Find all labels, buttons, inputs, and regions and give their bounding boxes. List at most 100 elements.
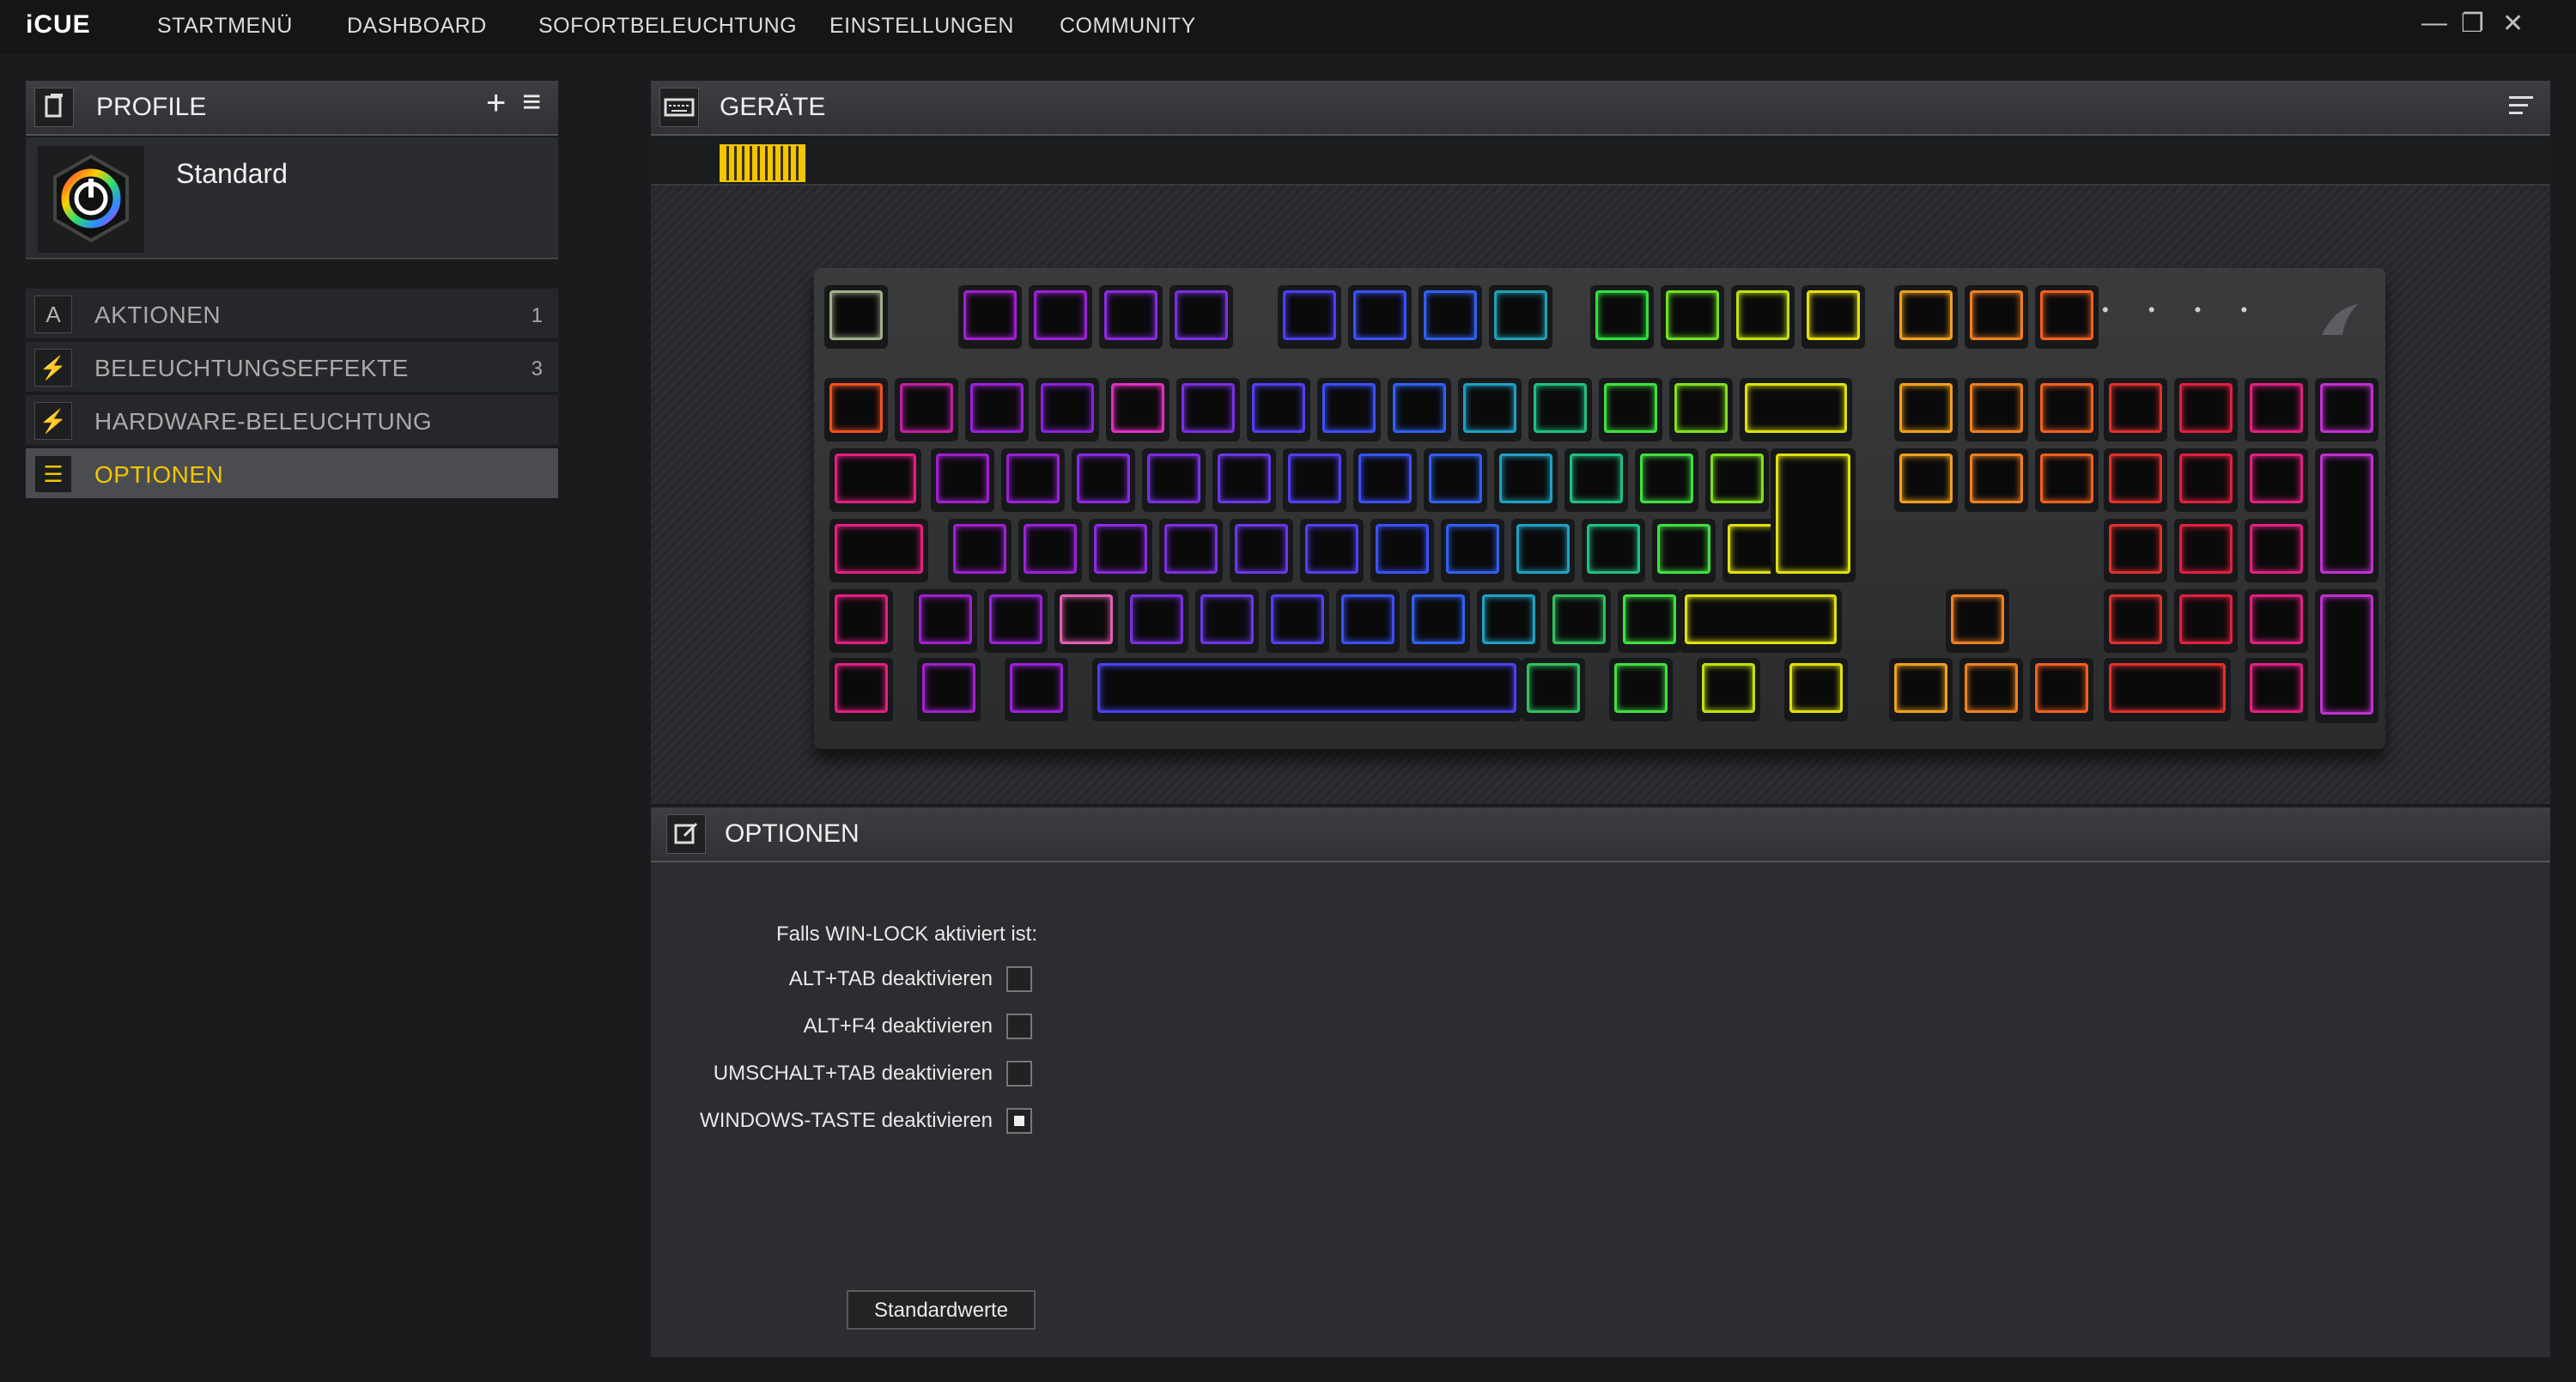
keyboard-key[interactable] (1001, 448, 1065, 512)
keyboard-key[interactable] (829, 658, 893, 721)
keyboard-key[interactable] (1170, 285, 1233, 349)
sidebar-item-lighting-effects[interactable]: ⚡ BELEUCHTUNGSEFFEKTE 3 (26, 342, 558, 393)
keyboard-key[interactable] (1089, 519, 1152, 582)
profile-menu-button[interactable]: ≡ (522, 84, 541, 121)
keyboard-key[interactable] (1652, 519, 1716, 582)
sidebar-item-actions[interactable]: A AKTIONEN 1 (26, 289, 558, 340)
nav-dashboard[interactable]: DASHBOARD (347, 14, 487, 39)
keyboard-key[interactable] (948, 519, 1012, 582)
checkbox-windows-key[interactable] (1006, 1108, 1032, 1134)
keyboard-key[interactable] (1092, 658, 1522, 721)
restore-button[interactable]: ❐ (2461, 9, 2484, 39)
keyboard-key[interactable] (2104, 448, 2167, 512)
checkbox-alt-f4[interactable] (1006, 1014, 1032, 1039)
keyboard-key[interactable] (2030, 658, 2093, 721)
keyboard-key[interactable] (1894, 378, 1958, 441)
keyboard-key[interactable] (2035, 378, 2099, 441)
keyboard-key[interactable] (2104, 519, 2167, 582)
keyboard-key[interactable] (2245, 589, 2308, 653)
keyboard-key[interactable] (2174, 378, 2238, 441)
add-profile-button[interactable]: + (486, 84, 506, 123)
keyboard-key[interactable] (1106, 378, 1170, 441)
keyboard-key[interactable] (2035, 285, 2099, 349)
keyboard-key[interactable] (1005, 658, 1068, 721)
keyboard-key[interactable] (1159, 519, 1223, 582)
keyboard-key[interactable] (2315, 378, 2379, 441)
keyboard-key[interactable] (1680, 589, 1842, 653)
keyboard-key[interactable] (1300, 519, 1364, 582)
keyboard-key[interactable] (965, 378, 1029, 441)
keyboard-key[interactable] (1801, 285, 1865, 349)
keyboard-key[interactable] (1511, 519, 1575, 582)
keyboard-key[interactable] (1697, 658, 1760, 721)
keyboard-key[interactable] (1661, 285, 1724, 349)
keyboard-key[interactable] (1424, 448, 1487, 512)
keyboard-key[interactable] (1036, 378, 1099, 441)
keyboard-key[interactable] (1731, 285, 1795, 349)
keyboard-key[interactable] (1336, 589, 1400, 653)
keyboard-key[interactable] (1072, 448, 1135, 512)
keyboard-device-thumbnail[interactable] (720, 144, 805, 182)
keyboard-key[interactable] (1894, 448, 1958, 512)
devices-menu-icon[interactable] (2509, 91, 2533, 119)
keyboard-key[interactable] (1278, 285, 1341, 349)
keyboard-key[interactable] (1247, 378, 1310, 441)
keyboard-key[interactable] (2174, 589, 2238, 653)
keyboard-key[interactable] (1419, 285, 1482, 349)
nav-startmenu[interactable]: STARTMENÜ (157, 14, 293, 39)
keyboard-key[interactable] (1458, 378, 1522, 441)
keyboard-key[interactable] (1406, 589, 1470, 653)
keyboard-key[interactable] (1099, 285, 1163, 349)
keyboard-key[interactable] (1669, 378, 1733, 441)
keyboard-key[interactable] (1771, 448, 1856, 582)
keyboard-key[interactable] (1317, 378, 1381, 441)
keyboard-key[interactable] (1564, 448, 1628, 512)
keyboard-key[interactable] (829, 519, 928, 582)
keyboard-key[interactable] (1590, 285, 1654, 349)
keyboard-key[interactable] (1230, 519, 1293, 582)
keyboard-key[interactable] (931, 448, 994, 512)
keyboard-key[interactable] (1528, 378, 1592, 441)
keyboard-key[interactable] (1618, 589, 1681, 653)
keyboard-key[interactable] (1965, 378, 2028, 441)
profile-card[interactable]: Standard (26, 137, 558, 259)
reset-defaults-button[interactable]: Standardwerte (847, 1290, 1036, 1330)
keyboard-key[interactable] (829, 448, 921, 512)
keyboard-key[interactable] (1635, 448, 1698, 512)
keyboard-key[interactable] (1212, 448, 1276, 512)
keyboard-key[interactable] (1959, 658, 2023, 721)
keyboard-key[interactable] (1489, 285, 1552, 349)
keyboard-key[interactable] (1370, 519, 1434, 582)
keyboard-key[interactable] (1353, 448, 1417, 512)
keyboard-key[interactable] (1889, 658, 1953, 721)
keyboard-key[interactable] (1142, 448, 1206, 512)
sidebar-item-hardware-lighting[interactable]: ⚡ HARDWARE-BELEUCHTUNG (26, 395, 558, 447)
keyboard-key[interactable] (1018, 519, 1082, 582)
keyboard-key[interactable] (2035, 448, 2099, 512)
keyboard-key[interactable] (2245, 658, 2308, 721)
keyboard-key[interactable] (2174, 519, 2238, 582)
keyboard-key[interactable] (1946, 589, 2009, 653)
keyboard-key[interactable] (895, 378, 958, 441)
keyboard-key[interactable] (1283, 448, 1346, 512)
keyboard-key[interactable] (829, 589, 893, 653)
keyboard-key[interactable] (1894, 285, 1958, 349)
checkbox-shift-tab[interactable] (1006, 1061, 1032, 1087)
keyboard-key[interactable] (2245, 378, 2308, 441)
keyboard-key[interactable] (1522, 658, 1585, 721)
keyboard-key[interactable] (1388, 378, 1451, 441)
checkbox-alt-tab[interactable] (1006, 966, 1032, 992)
keyboard-key[interactable] (1705, 448, 1769, 512)
keyboard-key[interactable] (1348, 285, 1412, 349)
keyboard-key[interactable] (1477, 589, 1540, 653)
keyboard-key[interactable] (1547, 589, 1611, 653)
nav-community[interactable]: COMMUNITY (1060, 14, 1196, 39)
keyboard-key[interactable] (2104, 378, 2167, 441)
nav-instant-lighting[interactable]: SOFORTBELEUCHTUNG (538, 14, 797, 39)
sidebar-item-options[interactable]: ☰ OPTIONEN (26, 448, 558, 500)
keyboard-key[interactable] (1599, 378, 1662, 441)
keyboard-key[interactable] (1266, 589, 1329, 653)
keyboard-key[interactable] (914, 589, 977, 653)
keyboard-key[interactable] (1784, 658, 1848, 721)
keyboard-key[interactable] (1965, 285, 2028, 349)
